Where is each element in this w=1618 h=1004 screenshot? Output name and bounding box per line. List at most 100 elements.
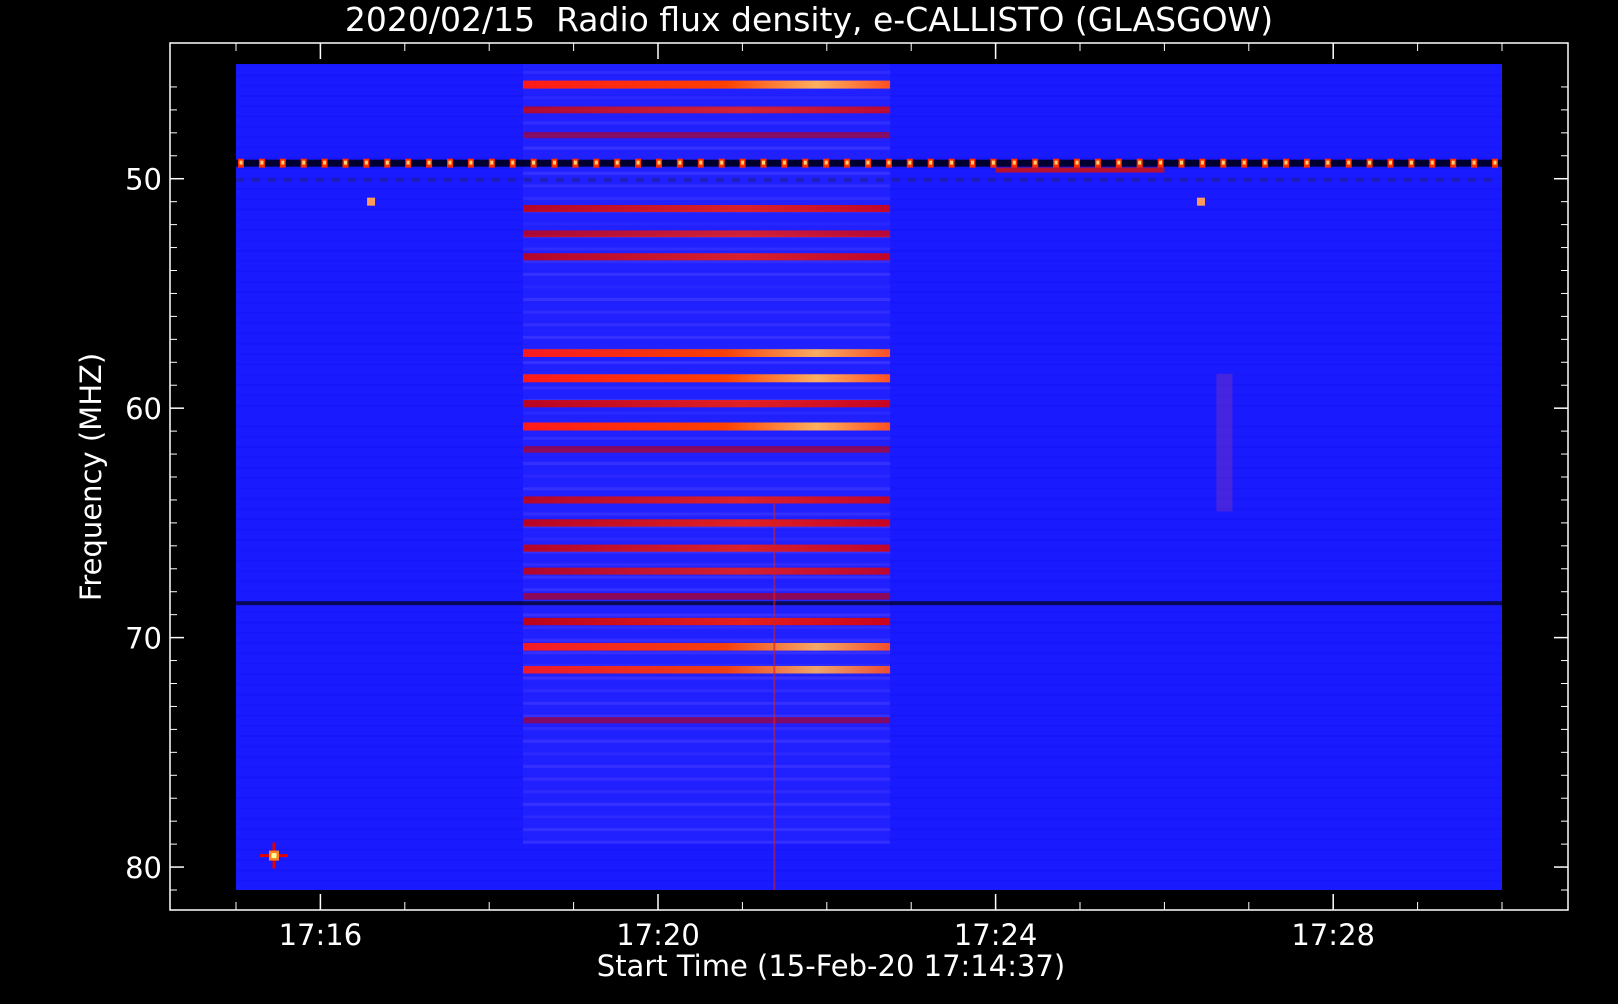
interference-checker: [924, 177, 932, 182]
burst-texture-line: [522, 285, 891, 289]
interference-pulse-core: [1033, 160, 1037, 165]
interference-checker: [1164, 177, 1172, 182]
burst-texture-line: [522, 436, 891, 440]
interference-pulse-core: [427, 160, 431, 165]
interference-pulse-core: [636, 160, 640, 165]
interference-checker: [396, 177, 404, 182]
burst-texture-line: [522, 462, 891, 466]
point-source-core: [271, 853, 277, 859]
interference-checker: [1452, 177, 1460, 182]
interference-checker: [348, 177, 356, 182]
interference-checker: [668, 177, 676, 182]
burst-texture-line: [522, 638, 891, 642]
interference-pulse-core: [762, 160, 765, 165]
interference-checker: [1228, 177, 1236, 182]
interference-pulse-core: [532, 160, 536, 165]
interference-checker: [1100, 177, 1108, 182]
interference-pulse-core: [1305, 160, 1309, 165]
interference-pulse-core: [1054, 160, 1058, 165]
burst-texture-line: [522, 272, 891, 276]
emission-line: [522, 593, 891, 600]
interference-pulse-core: [657, 160, 661, 165]
interference-checker: [1372, 177, 1380, 182]
interference-pulse-core: [929, 160, 933, 165]
interference-checker: [1148, 177, 1156, 182]
point-source: [1196, 197, 1205, 206]
interference-checker: [460, 177, 468, 182]
interference-checker: [1260, 177, 1268, 182]
interference-checker: [1116, 177, 1124, 182]
emission-line: [522, 519, 891, 527]
background-stripe: [236, 848, 1502, 851]
interference-checker: [524, 177, 532, 182]
interference-checker: [412, 177, 420, 182]
y-tick-label: 80: [125, 851, 162, 885]
interference-checker: [1436, 177, 1444, 182]
interference-pulse-core: [1284, 160, 1288, 165]
interference-checker: [1404, 177, 1412, 182]
burst-texture-line: [522, 335, 891, 339]
interference-pulse-core: [1347, 160, 1351, 165]
y-tick-label: 70: [125, 622, 162, 656]
interference-pulse-core: [741, 160, 745, 165]
plot-area: [236, 64, 1502, 890]
burst-texture-line: [522, 247, 891, 251]
interference-pulse-core: [385, 160, 389, 165]
interference-checker: [316, 177, 324, 182]
interference-checker: [1068, 177, 1076, 182]
burst-texture-line: [522, 70, 891, 74]
burst-texture-line: [522, 197, 891, 201]
emission-line: [522, 446, 891, 453]
interference-pulse-core: [866, 160, 870, 165]
interference-checker: [892, 177, 900, 182]
chart-title: 2020/02/15 Radio flux density, e-CALLIST…: [345, 0, 1273, 39]
burst-texture-line: [522, 96, 891, 100]
interference-pulse-core: [615, 160, 619, 165]
interference-checker: [764, 177, 772, 182]
interference-pulse-core: [699, 160, 703, 165]
emission-line: [522, 496, 891, 504]
burst-texture-line: [522, 487, 891, 491]
highlight-segment: [995, 167, 1165, 173]
interference-pulse-core: [323, 160, 327, 165]
interference-checker: [652, 177, 660, 182]
interference-checker: [1468, 177, 1476, 182]
interference-pulse-core: [448, 160, 452, 165]
interference-checker: [236, 177, 244, 182]
interference-pulse-core: [1117, 160, 1121, 165]
interference-pulse-core: [1326, 160, 1330, 165]
burst-texture-line: [522, 512, 891, 516]
burst-texture-line: [522, 676, 891, 680]
burst-texture-line: [522, 613, 891, 617]
burst-texture-line: [522, 474, 891, 478]
interference-pulse-core: [281, 160, 285, 165]
emission-line: [522, 567, 891, 575]
interference-pulse-core: [908, 160, 912, 165]
interference-pulse-core: [1242, 160, 1246, 165]
burst-texture-line: [522, 828, 891, 832]
emission-line: [522, 80, 891, 89]
interference-checker: [956, 177, 964, 182]
interference-checker: [556, 177, 564, 182]
interference-checker: [1324, 177, 1332, 182]
burst-texture-line: [522, 727, 891, 731]
x-tick-label: 17:16: [279, 918, 363, 952]
interference-checker: [572, 177, 580, 182]
background-stripe: [236, 869, 1502, 872]
interference-checker: [380, 177, 388, 182]
emission-line: [522, 642, 891, 651]
burst-texture-line: [522, 790, 891, 794]
interference-checker: [1212, 177, 1220, 182]
interference-checker: [1196, 177, 1204, 182]
burst-texture-line: [522, 777, 891, 781]
interference-checker: [988, 177, 996, 182]
vertical-streak: [1216, 373, 1233, 512]
burst-texture-line: [522, 323, 891, 327]
emission-line: [522, 544, 891, 552]
interference-pulse-core: [782, 160, 786, 165]
interference-pulse-core: [1096, 160, 1100, 165]
interference-pulse-core: [720, 160, 724, 165]
interference-checker: [364, 177, 372, 182]
interference-checker: [1388, 177, 1396, 182]
interference-pulse-core: [887, 160, 891, 165]
